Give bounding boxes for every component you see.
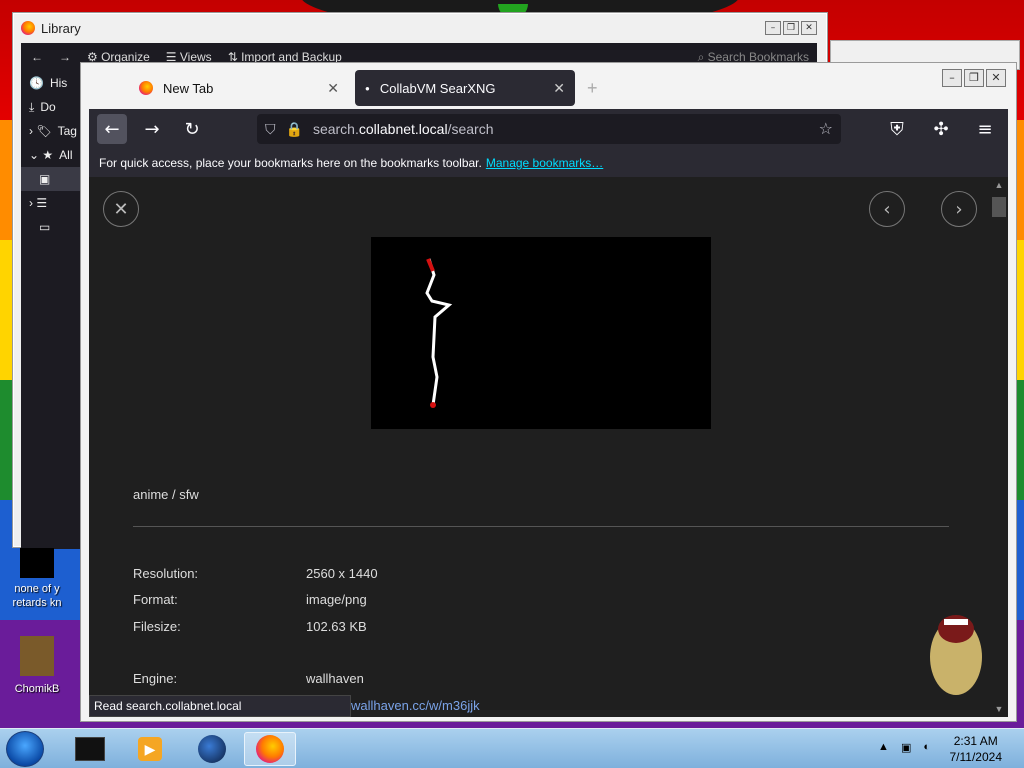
forward-button[interactable]: →	[137, 114, 167, 144]
scrollbar-thumb[interactable]	[992, 197, 1006, 217]
close-tab-icon[interactable]: ✕	[553, 80, 565, 97]
taskbar-app-terminal[interactable]	[64, 732, 116, 766]
resolution-value: 2560 x 1440	[306, 566, 378, 581]
sidebar-item-label: All	[59, 148, 73, 162]
shield-icon[interactable]: ⛉	[265, 121, 276, 138]
tab-label: CollabVM SearXNG	[379, 80, 496, 96]
status-bar: Read search.collabnet.local	[89, 695, 351, 717]
bookmarks-message: For quick access, place your bookmarks h…	[99, 156, 482, 170]
tab-new-tab[interactable]: New Tab ✕	[129, 70, 349, 106]
hamster-icon	[20, 636, 54, 676]
library-window-buttons: – ❐ ✕	[765, 21, 817, 35]
clock[interactable]: 2:31 AM 7/11/2024	[950, 733, 1003, 765]
image-preview[interactable]	[371, 237, 711, 429]
sidebar-item-label: Do	[40, 100, 56, 114]
maximize-button[interactable]: ❐	[964, 69, 984, 87]
terminal-icon	[75, 737, 105, 761]
url-bar[interactable]: ⛉ 🔒 search.collabnet.local/search ☆	[257, 114, 841, 144]
silhouette-image	[425, 258, 453, 408]
volume-icon[interactable]: ◐	[923, 741, 930, 754]
scroll-down-icon[interactable]: ▼	[993, 703, 1005, 715]
tab-label: New Tab	[163, 80, 214, 96]
minimize-button[interactable]: –	[942, 69, 962, 87]
url-prefix: search.	[312, 121, 359, 137]
tab-strip: New Tab ✕ ● CollabVM SearXNG ✕ +	[89, 69, 1008, 107]
bookmark-star-icon[interactable]: ☆	[819, 119, 833, 139]
manage-bookmarks-link[interactable]: Manage bookmarks…	[486, 156, 603, 170]
new-tab-button[interactable]: +	[587, 78, 598, 99]
library-title: Library	[41, 20, 81, 36]
engine-value: wallhaven	[306, 671, 364, 686]
filesize-value: 102.63 KB	[306, 619, 367, 634]
close-tab-icon[interactable]: ✕	[327, 80, 339, 97]
lock-icon[interactable]: 🔒	[286, 121, 303, 138]
taskbar-app-media-player[interactable]: ▶	[124, 732, 176, 766]
source-link[interactable]: wallhaven.cc/w/m36jjk	[351, 698, 480, 713]
firefox-logo-icon	[21, 21, 35, 35]
desktop-icon-label: none of y retards kn	[12, 583, 62, 609]
favicon-dot-icon: ●	[365, 83, 370, 93]
system-tray: ▲ ▣ ◐	[878, 741, 930, 754]
tab-collabvm-searxng[interactable]: ● CollabVM SearXNG ✕	[355, 70, 575, 106]
clock-time: 2:31 AM	[953, 734, 998, 748]
url-text: search.collabnet.local/search	[313, 121, 494, 137]
start-button[interactable]	[6, 731, 44, 767]
bookmarks-toolbar: For quick access, place your bookmarks h…	[89, 149, 1008, 177]
taskbar-app-firefox[interactable]	[244, 732, 296, 766]
pocket-icon[interactable]: ⛨	[882, 114, 912, 144]
file-icon	[20, 548, 54, 578]
url-path: /search	[447, 121, 494, 137]
back-arrow-icon[interactable]: ←	[31, 50, 43, 64]
close-button[interactable]: ✕	[801, 21, 817, 35]
mascot-overlay	[924, 597, 988, 697]
close-button[interactable]: ✕	[986, 69, 1006, 87]
toolbar-right: ⛨ ✣ ≡	[882, 114, 1000, 144]
firefox-logo-icon	[139, 81, 153, 95]
media-player-icon: ▶	[138, 737, 162, 761]
extensions-icon[interactable]: ✣	[926, 114, 956, 144]
firefox-logo-icon	[256, 735, 284, 763]
desktop-icon-2[interactable]: ChomikB	[4, 636, 70, 696]
next-result-button[interactable]: ›	[941, 191, 977, 227]
clock-date: 7/11/2024	[949, 750, 1003, 764]
desktop-icon-label: ChomikB	[14, 683, 60, 695]
taskbar: ▶ ▲ ▣ ◐ 2:31 AM 7/11/2024	[0, 728, 1024, 768]
sidebar-item-label: His	[49, 76, 68, 90]
format-value: image/png	[306, 592, 367, 607]
window-buttons: – ❐ ✕	[942, 69, 1006, 87]
page-content: ✕ ‹ › anime / sfw Resolution: 2560 x 144…	[89, 177, 1008, 717]
network-icon[interactable]: ▣	[901, 741, 911, 754]
result-category: anime / sfw	[133, 487, 199, 502]
back-button[interactable]: ←	[97, 114, 127, 144]
scroll-up-icon[interactable]: ▲	[993, 179, 1005, 191]
globe-icon	[198, 735, 226, 763]
resolution-label: Resolution:	[133, 566, 199, 581]
forward-arrow-icon[interactable]: →	[59, 50, 71, 64]
desktop-icon-1[interactable]: none of y retards kn	[4, 548, 70, 610]
library-titlebar: Library	[13, 13, 827, 43]
show-hidden-icons-icon[interactable]: ▲	[878, 741, 889, 754]
scrollbar[interactable]: ▲ ▼	[990, 177, 1008, 717]
firefox-window: New Tab ✕ ● CollabVM SearXNG ✕ + – ❐ ✕ ←…	[80, 62, 1017, 722]
divider	[133, 526, 949, 527]
close-detail-button[interactable]: ✕	[103, 191, 139, 227]
taskbar-app-globe[interactable]	[186, 732, 238, 766]
format-label: Format:	[133, 592, 178, 607]
menu-icon[interactable]: ≡	[970, 114, 1000, 144]
maximize-button[interactable]: ❐	[783, 21, 799, 35]
previous-result-button[interactable]: ‹	[869, 191, 905, 227]
navigation-toolbar: ← → ↻ ⛉ 🔒 search.collabnet.local/search …	[89, 109, 1008, 149]
filesize-label: Filesize:	[133, 619, 181, 634]
engine-label: Engine:	[133, 671, 178, 686]
url-domain: collabnet.local	[358, 121, 448, 137]
sidebar-item-label: Tag	[57, 124, 77, 138]
minimize-button[interactable]: –	[765, 21, 781, 35]
reload-button[interactable]: ↻	[177, 114, 207, 144]
